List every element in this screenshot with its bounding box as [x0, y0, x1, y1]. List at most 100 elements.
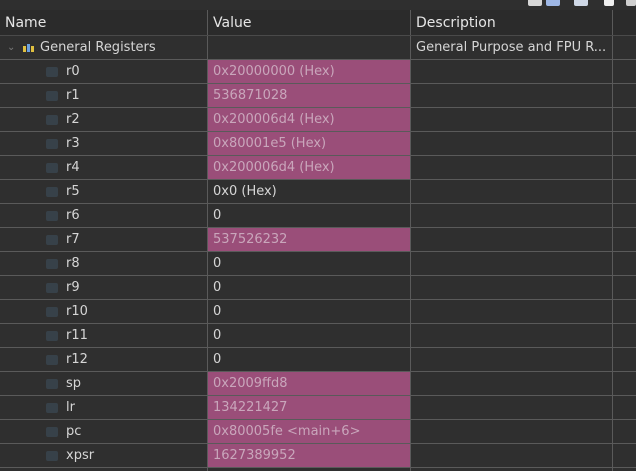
table-row[interactable]: pc 0x80005fe <main+6>	[0, 420, 636, 444]
register-name-cell: r10	[0, 300, 208, 323]
register-icon	[46, 450, 58, 461]
register-name: r5	[66, 184, 80, 199]
register-name-cell: r8	[0, 252, 208, 275]
group-name-cell: ⌄ General Registers	[0, 36, 208, 59]
register-value[interactable]: 0	[208, 324, 411, 347]
group-value-cell	[208, 36, 411, 59]
register-description	[411, 420, 613, 443]
register-name: r6	[66, 208, 80, 223]
register-name-cell: pc	[0, 420, 208, 443]
register-name: r8	[66, 256, 80, 271]
register-name: pc	[66, 424, 82, 439]
column-header-description[interactable]: Description	[411, 10, 613, 35]
table-row[interactable]: lr 134221427	[0, 396, 636, 420]
column-header-extra[interactable]	[613, 10, 636, 35]
table-row[interactable]: r3 0x80001e5 (Hex)	[0, 132, 636, 156]
table-row[interactable]: r1 536871028	[0, 84, 636, 108]
register-value[interactable]: 134221427	[208, 396, 411, 419]
register-extra-cell	[613, 84, 636, 107]
register-value[interactable]: 0	[208, 276, 411, 299]
register-icon	[46, 210, 58, 221]
register-description	[411, 132, 613, 155]
register-icon	[46, 426, 58, 437]
table-row[interactable]: r11 0	[0, 324, 636, 348]
register-value[interactable]: 0	[208, 348, 411, 371]
register-name-cell: xpsr	[0, 444, 208, 467]
register-value[interactable]: 0x200006d4 (Hex)	[208, 108, 411, 131]
group-extra-cell	[613, 36, 636, 59]
register-extra-cell	[613, 420, 636, 443]
register-value[interactable]: 0	[208, 300, 411, 323]
register-value[interactable]: 0x0 (Hex)	[208, 180, 411, 203]
register-icon	[46, 402, 58, 413]
register-name-cell: r1	[0, 84, 208, 107]
toolbar-icon-5[interactable]	[626, 0, 636, 6]
register-name: r2	[66, 112, 80, 127]
table-row[interactable]: r10 0	[0, 300, 636, 324]
register-icon	[46, 282, 58, 293]
chevron-down-icon[interactable]: ⌄	[7, 42, 17, 53]
column-header-name[interactable]: Name	[0, 10, 208, 35]
register-name-cell: r4	[0, 156, 208, 179]
view-toolbar	[0, 0, 636, 10]
register-name: r3	[66, 136, 80, 151]
register-extra-cell	[613, 132, 636, 155]
table-row[interactable]: r0 0x20000000 (Hex)	[0, 60, 636, 84]
register-extra-cell	[613, 444, 636, 467]
register-name-cell: r3	[0, 132, 208, 155]
register-description	[411, 444, 613, 467]
register-value[interactable]: 0x2009ffd8	[208, 372, 411, 395]
table-row[interactable]: r5 0x0 (Hex)	[0, 180, 636, 204]
register-description	[411, 108, 613, 131]
toolbar-icon-3[interactable]	[574, 0, 588, 6]
register-description	[411, 204, 613, 227]
table-row[interactable]: r2 0x200006d4 (Hex)	[0, 108, 636, 132]
register-description	[411, 348, 613, 371]
toolbar-icon-1[interactable]	[528, 0, 542, 6]
register-extra-cell	[613, 252, 636, 275]
register-description	[411, 300, 613, 323]
register-name: r11	[66, 328, 88, 343]
register-value[interactable]: 0x200006d4 (Hex)	[208, 156, 411, 179]
table-row[interactable]: r7 537526232	[0, 228, 636, 252]
register-extra-cell	[613, 396, 636, 419]
table-row[interactable]: r9 0	[0, 276, 636, 300]
register-name: r0	[66, 64, 80, 79]
register-name: r12	[66, 352, 88, 367]
register-icon	[46, 258, 58, 269]
register-group-icon	[23, 43, 34, 52]
register-name: sp	[66, 376, 82, 391]
register-value[interactable]: 0x20000000 (Hex)	[208, 60, 411, 83]
register-extra-cell	[613, 228, 636, 251]
register-icon	[46, 114, 58, 125]
register-name: r7	[66, 232, 80, 247]
column-header-value[interactable]: Value	[208, 10, 411, 35]
toolbar-icon-2[interactable]	[546, 0, 560, 6]
register-extra-cell	[613, 276, 636, 299]
group-row-general-registers[interactable]: ⌄ General Registers General Purpose and …	[0, 36, 636, 60]
register-value[interactable]: 537526232	[208, 228, 411, 251]
register-name-cell: r12	[0, 348, 208, 371]
register-name-cell: r11	[0, 324, 208, 347]
table-row[interactable]: r8 0	[0, 252, 636, 276]
register-extra-cell	[613, 204, 636, 227]
register-name: r9	[66, 280, 80, 295]
register-name-cell: r6	[0, 204, 208, 227]
register-value[interactable]: 0	[208, 204, 411, 227]
register-value[interactable]: 0x80001e5 (Hex)	[208, 132, 411, 155]
group-label: General Registers	[40, 40, 156, 55]
register-extra-cell	[613, 348, 636, 371]
table-row[interactable]: sp 0x2009ffd8	[0, 372, 636, 396]
toolbar-icon-4[interactable]	[604, 0, 614, 6]
register-name-cell: r5	[0, 180, 208, 203]
table-row[interactable]: r6 0	[0, 204, 636, 228]
register-icon	[46, 378, 58, 389]
register-extra-cell	[613, 324, 636, 347]
table-row[interactable]: xpsr 1627389952	[0, 444, 636, 468]
table-row[interactable]: r4 0x200006d4 (Hex)	[0, 156, 636, 180]
register-value[interactable]: 536871028	[208, 84, 411, 107]
register-value[interactable]: 1627389952	[208, 444, 411, 467]
register-value[interactable]: 0	[208, 252, 411, 275]
register-value[interactable]: 0x80005fe <main+6>	[208, 420, 411, 443]
table-row[interactable]: r12 0	[0, 348, 636, 372]
